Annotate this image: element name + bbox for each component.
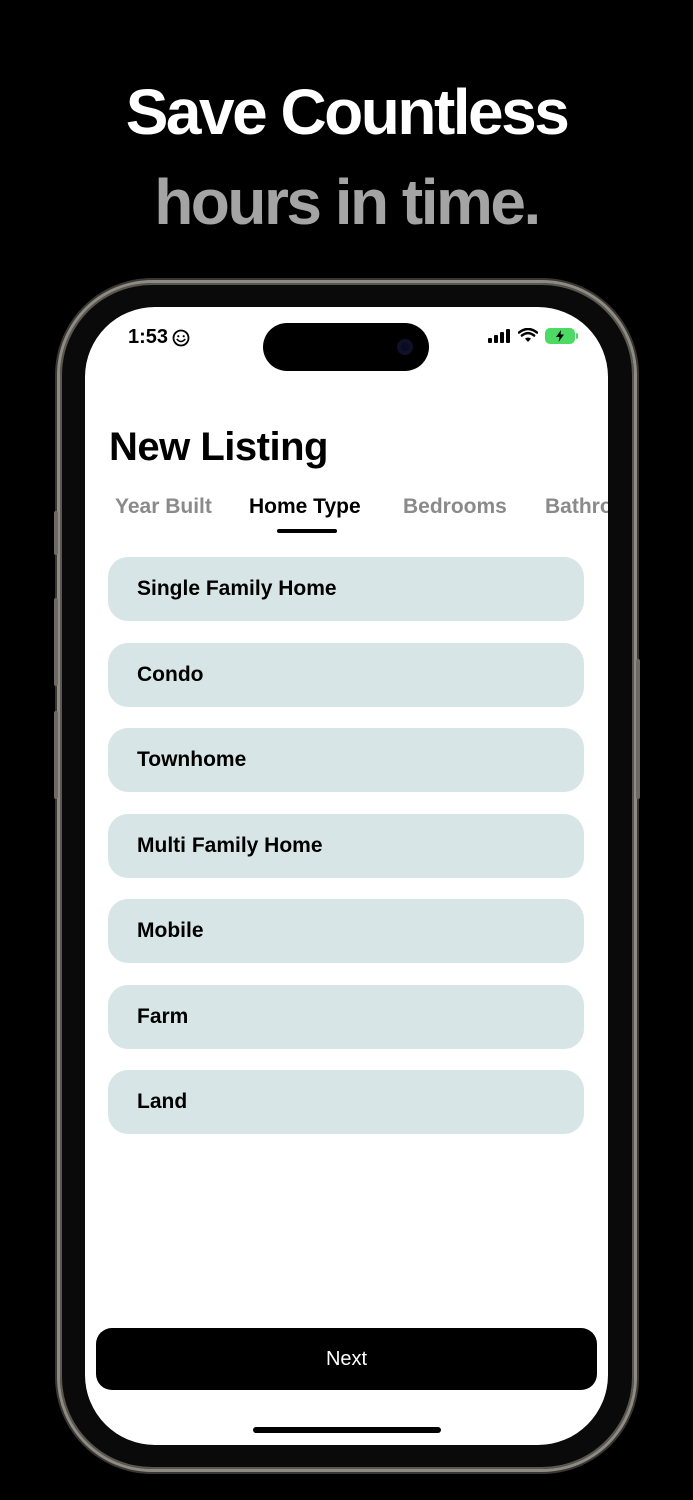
tab-home-type[interactable]: Home Type xyxy=(249,493,361,533)
action-button xyxy=(54,511,58,555)
next-button[interactable]: Next xyxy=(96,1328,597,1390)
home-indicator xyxy=(253,1427,441,1433)
option-single-family-home[interactable]: Single Family Home xyxy=(108,557,584,621)
battery-charging-icon xyxy=(546,328,578,343)
phone-screen: 1:53 New Listing Year Built Home Type Be… xyxy=(85,307,608,1445)
front-camera-icon xyxy=(397,339,413,355)
headline-line-2: hours in time. xyxy=(154,166,541,238)
charging-bolt-icon xyxy=(556,329,564,342)
status-time-text: 1:53 xyxy=(128,326,169,348)
active-tab-indicator xyxy=(277,529,337,533)
power-button xyxy=(636,659,640,799)
option-condo[interactable]: Condo xyxy=(108,642,584,707)
headline-line-1: Save Countless xyxy=(125,76,570,148)
status-indicators xyxy=(488,328,578,343)
tab-year-built[interactable]: Year Built xyxy=(115,493,212,533)
volume-down-button xyxy=(54,711,58,799)
phone-frame: 1:53 New Listing Year Built Home Type Be… xyxy=(54,283,640,1469)
tab-bedrooms[interactable]: Bedrooms xyxy=(403,493,507,533)
home-type-options: Single Family Home Condo Townhome Multi … xyxy=(108,557,584,1156)
tab-bathrooms[interactable]: Bathrooms xyxy=(545,493,608,533)
status-time: 1:53 xyxy=(128,326,190,349)
dynamic-island xyxy=(263,323,429,371)
option-townhome[interactable]: Townhome xyxy=(108,728,584,792)
volume-up-button xyxy=(54,598,58,686)
page-title: New Listing xyxy=(109,425,328,469)
option-multi-family-home[interactable]: Multi Family Home xyxy=(108,813,584,878)
wifi-icon xyxy=(518,328,538,342)
cellular-signal-icon xyxy=(488,328,510,343)
smiley-icon xyxy=(172,329,190,346)
tab-bar: Year Built Home Type Bedrooms Bathrooms xyxy=(115,493,608,543)
option-farm[interactable]: Farm xyxy=(108,984,584,1049)
option-land[interactable]: Land xyxy=(108,1070,584,1134)
option-mobile[interactable]: Mobile xyxy=(108,899,584,963)
